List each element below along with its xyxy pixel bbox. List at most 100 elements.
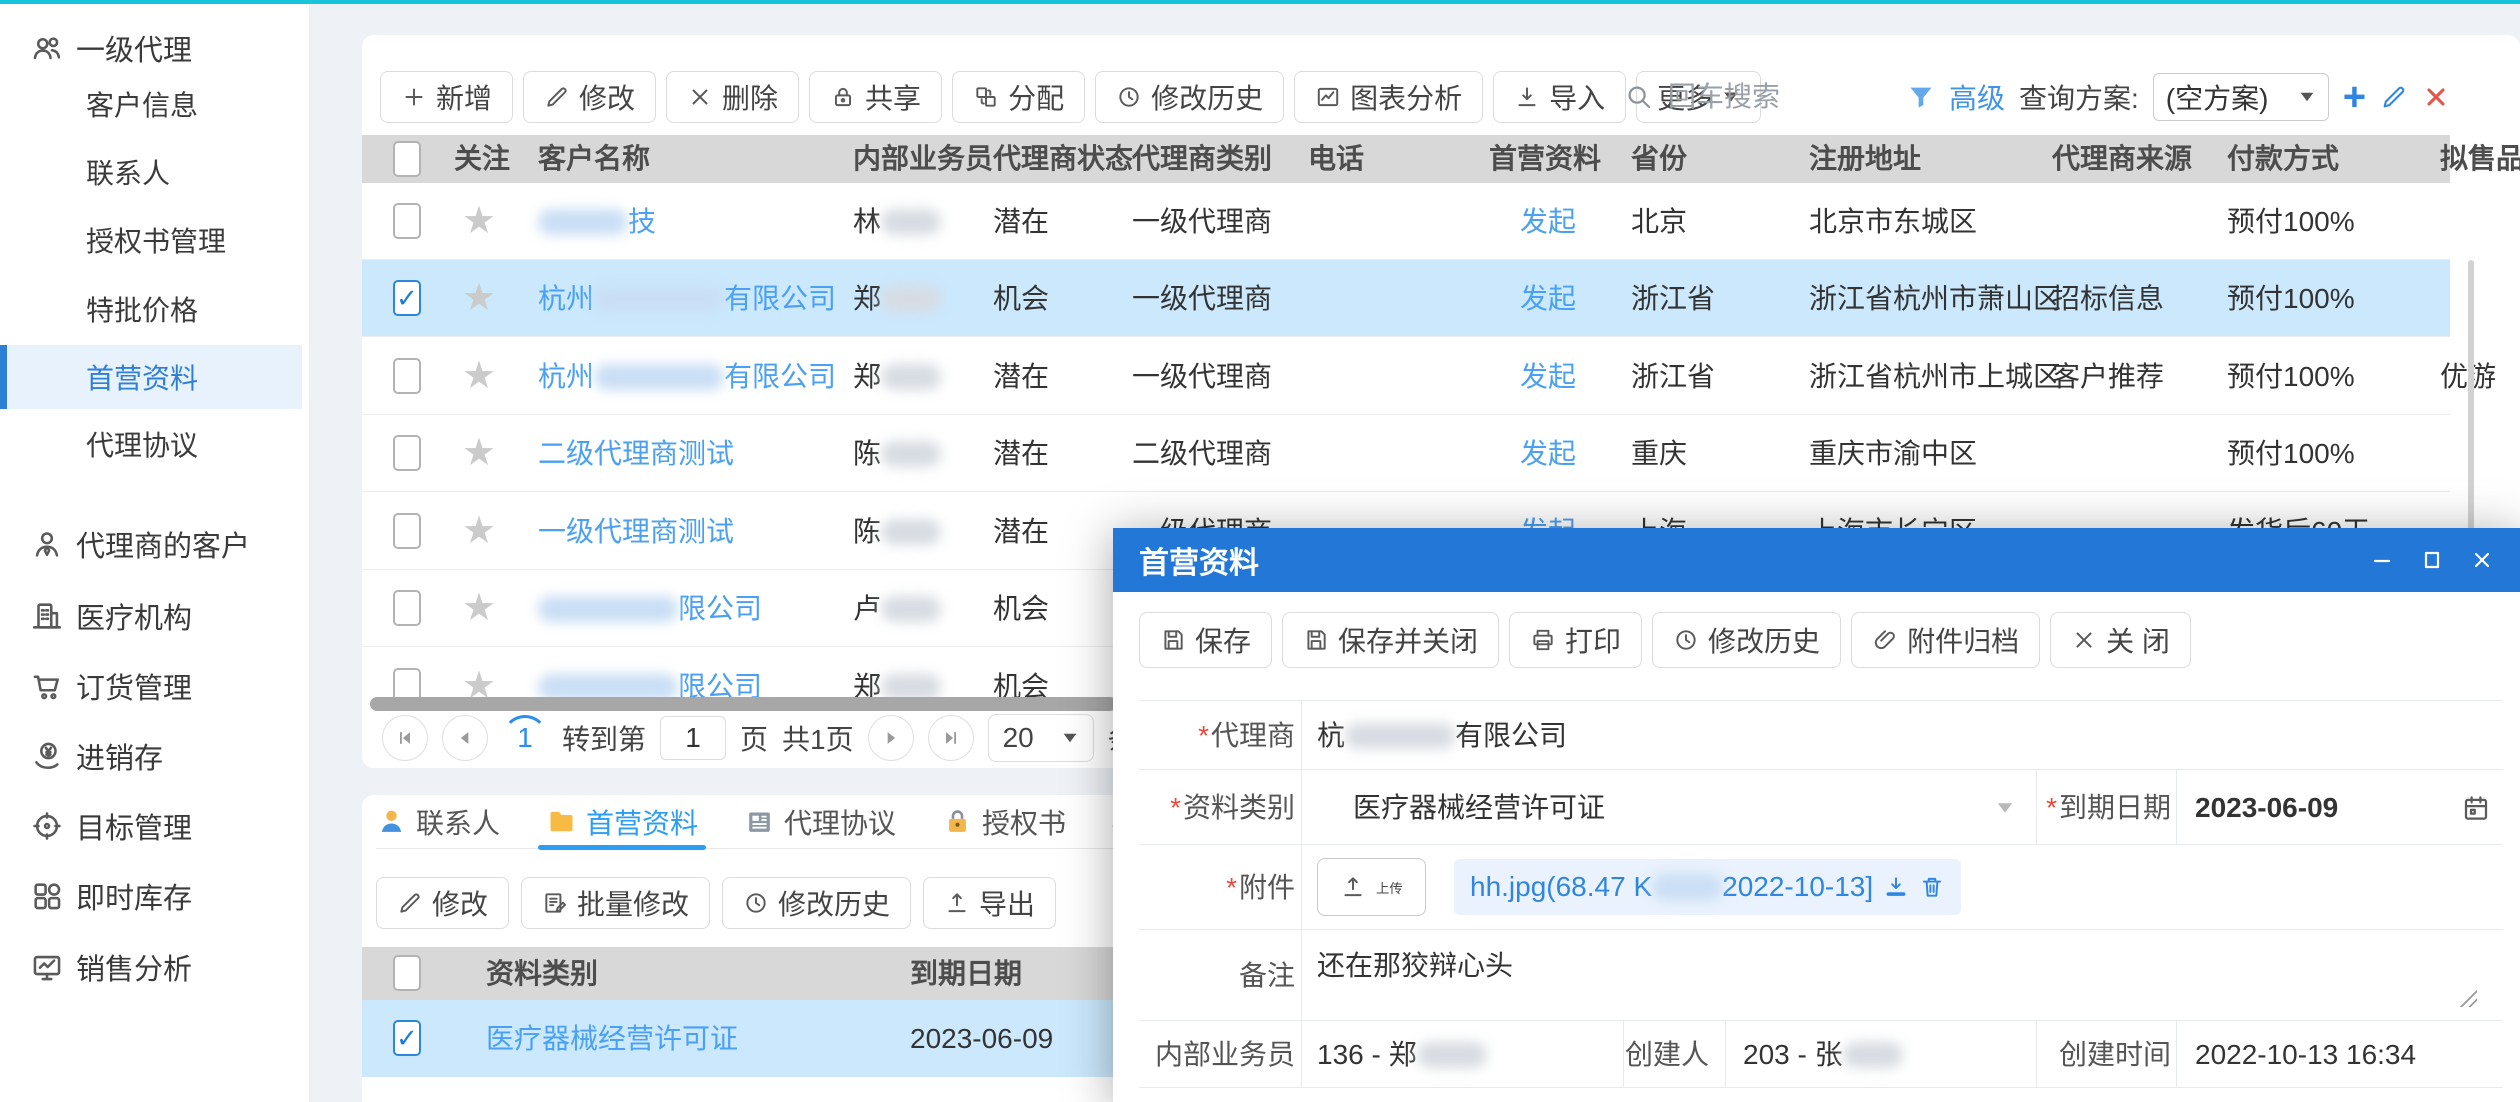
edit-plan-icon[interactable] [2380,83,2408,111]
star-icon[interactable]: ★ [462,183,496,260]
resize-handle[interactable] [2457,987,2477,1007]
star-icon[interactable]: ★ [462,570,496,647]
close-icon[interactable] [2470,548,2494,572]
next-page-button[interactable] [868,715,914,761]
share-button[interactable]: 共享 [809,71,942,123]
dialog-titlebar[interactable]: 首营资料 [1113,528,2520,592]
detail-select-all-checkbox[interactable]: ✓ [393,955,421,991]
search-input[interactable] [1668,81,1893,113]
sidebar-item-dailishang-kehu[interactable]: 代理商的客户 [0,512,302,576]
attachment-chip[interactable]: hh.jpg(68.47 K2022-10-13] [1454,859,1961,915]
customer-name-link[interactable]: 限公司 [538,570,762,647]
column-header-source[interactable]: 代理商来源 [2052,135,2192,183]
column-header-province[interactable]: 省份 [1631,135,1687,183]
table-row[interactable]: ✓ ★ 二级代理商测试 陈 潜在 二级代理商 发起 重庆 重庆市渝中区 预付10… [362,415,2450,492]
assign-button[interactable]: 分配 [952,71,1085,123]
sidebar-item-tepijiage[interactable]: 特批价格 [0,277,302,341]
import-button[interactable]: 导入 [1493,71,1626,123]
chart-analysis-button[interactable]: 图表分析 [1294,71,1483,123]
customer-name-link[interactable]: 一级代理商测试 [538,493,734,570]
chevron-down-icon[interactable] [1998,803,2012,813]
goto-page-input[interactable] [660,716,726,760]
column-header-shouying[interactable]: 首营资料 [1489,135,1601,183]
sidebar-item-partial[interactable] [0,1098,302,1102]
category-select-value[interactable]: 医疗器械经营许可证 [1353,770,1605,845]
export-button[interactable]: 导出 [923,877,1056,929]
shouying-initiate-link[interactable]: 发起 [1520,415,1576,492]
tab-shouying-ziliao-active[interactable]: 首营资料 [546,795,698,849]
table-row-selected[interactable]: ✓ ★ 杭州有限公司 郑 机会 一级代理商 发起 浙江省 浙江省杭州市萧山区 招… [362,260,2450,337]
star-icon[interactable]: ★ [462,493,496,570]
row-checkbox[interactable]: ✓ [393,513,421,549]
detail-history-button[interactable]: 修改历史 [722,877,911,929]
sidebar-item-jishi-kucun[interactable]: 即时库存 [0,864,302,928]
star-icon[interactable]: ★ [462,260,496,337]
column-header-status[interactable]: 代理商状态 [993,135,1133,183]
print-button[interactable]: 打印 [1509,612,1642,668]
customer-name-link[interactable]: 杭州有限公司 [538,260,836,337]
attachment-archive-button[interactable]: 附件归档 [1851,612,2040,668]
maximize-icon[interactable] [2420,548,2444,572]
add-button[interactable]: 新增 [380,71,513,123]
first-page-button[interactable] [382,715,428,761]
remark-textarea[interactable]: 还在那狡辩心头 [1317,944,1513,984]
detail-row-checkbox-checked[interactable]: ✓ [393,1020,421,1056]
shouying-initiate-link[interactable]: 发起 [1520,183,1576,260]
expiry-value[interactable]: 2023-06-09 [2195,770,2338,845]
sidebar-item-daili-xieyi[interactable]: 代理协议 [0,412,302,476]
calendar-icon[interactable] [2461,793,2491,823]
sidebar-item-lianxiren[interactable]: 联系人 [0,140,302,204]
download-icon[interactable] [1883,874,1909,900]
select-all-checkbox[interactable]: ✓ [393,141,421,177]
column-header-payment[interactable]: 付款方式 [2227,135,2339,183]
save-button[interactable]: 保存 [1139,612,1272,668]
column-header-salesperson[interactable]: 内部业务员 [853,135,993,183]
star-icon[interactable]: ★ [462,415,496,492]
shouying-initiate-link[interactable]: 发起 [1520,260,1576,337]
row-checkbox[interactable]: ✓ [393,358,421,394]
column-header-brands[interactable]: 拟售品 [2440,135,2520,183]
column-header-category[interactable]: 资料类别 [486,947,598,1000]
row-checkbox[interactable]: ✓ [393,435,421,471]
column-header-customer-name[interactable]: 客户名称 [538,135,650,183]
save-and-close-button[interactable]: 保存并关闭 [1282,612,1499,668]
table-row[interactable]: ✓ ★ 杭州有限公司 郑 潜在 一级代理商 发起 浙江省 浙江省杭州市上城区 客… [362,338,2450,415]
last-page-button[interactable] [928,715,974,761]
prev-page-button[interactable] [442,715,488,761]
advanced-search-link[interactable]: 高级 [1949,77,2005,117]
query-plan-select[interactable]: (空方案) [2153,73,2329,121]
current-page-indicator[interactable]: 1 [502,715,548,761]
customer-name-link[interactable]: 技 [538,183,656,260]
history-button[interactable]: 修改历史 [1095,71,1284,123]
column-header-address[interactable]: 注册地址 [1809,135,1921,183]
column-header-expiry[interactable]: 到期日期 [910,947,1022,1000]
dialog-history-button[interactable]: 修改历史 [1652,612,1841,668]
sidebar-item-shouquanshu[interactable]: 授权书管理 [0,208,302,272]
edit-button[interactable]: 修改 [523,71,656,123]
shouying-initiate-link[interactable]: 发起 [1520,338,1576,415]
row-checkbox[interactable]: ✓ [393,590,421,626]
table-row[interactable]: ✓ ★ 技 林 潜在 一级代理商 发起 北京 北京市东城区 预付100% [362,183,2450,260]
sidebar-item-yiji-daili[interactable]: 一级代理 [0,16,302,80]
trash-icon[interactable] [1919,874,1945,900]
sidebar-item-kehuxinxi[interactable]: 客户信息 [0,72,302,136]
add-plan-button[interactable]: + [2343,77,2366,117]
customer-name-link[interactable]: 杭州有限公司 [538,338,836,415]
upload-button[interactable]: 上传 [1317,858,1426,916]
column-header-type[interactable]: 代理商类别 [1132,135,1272,183]
sidebar-item-mubiao-guanli[interactable]: 目标管理 [0,794,302,858]
sidebar-item-jinxiaocun[interactable]: 进销存 [0,724,302,788]
minimize-icon[interactable] [2370,548,2394,572]
sidebar-item-dinghuo-guanli[interactable]: 订货管理 [0,654,302,718]
tab-agency-agreement[interactable]: 代理协议 [744,795,896,849]
star-icon[interactable]: ★ [462,338,496,415]
attachment-file-link[interactable]: hh.jpg(68.47 K2022-10-13] [1470,871,1873,903]
page-size-select[interactable]: 20 [988,714,1094,762]
close-button[interactable]: 关 闭 [2050,612,2191,668]
sidebar-item-shouying-ziliao-active[interactable]: 首营资料 [0,345,302,409]
category-link[interactable]: 医疗器械经营许可证 [486,1000,738,1077]
customer-name-link[interactable]: 二级代理商测试 [538,415,734,492]
horizontal-scrollbar[interactable] [370,697,1117,711]
batch-edit-button[interactable]: 批量修改 [521,877,710,929]
delete-button[interactable]: 删除 [666,71,799,123]
